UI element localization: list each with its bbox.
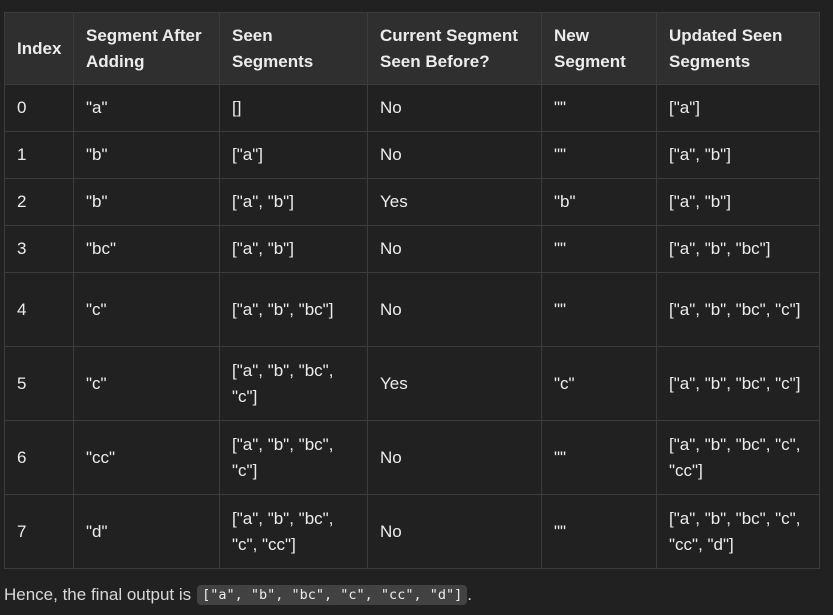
results-table: Index Segment After Adding Seen Segments… [4, 12, 820, 569]
cell-updated-seen-segments: ["a", "b", "bc", "c"] [656, 346, 820, 421]
cell-index: 6 [4, 420, 74, 495]
conclusion-period: . [467, 585, 472, 604]
results-table-container: Index Segment After Adding Seen Segments… [4, 12, 820, 569]
cell-new-segment: "" [541, 494, 657, 569]
cell-new-segment: "" [541, 420, 657, 495]
cell-segment-after-adding: "b" [73, 131, 220, 179]
cell-new-segment: "" [541, 131, 657, 179]
header-new-segment: New Segment [541, 12, 657, 85]
table-row: 1 "b" ["a"] No "" ["a", "b"] [4, 131, 820, 179]
cell-segment-after-adding: "c" [73, 272, 220, 347]
cell-updated-seen-segments: ["a"] [656, 84, 820, 132]
cell-seen-segments: [] [219, 84, 368, 132]
table-row: 7 "d" ["a", "b", "bc", "c", "cc"] No "" … [4, 494, 820, 569]
cell-seen-segments: ["a", "b", "bc"] [219, 272, 368, 347]
cell-new-segment: "" [541, 272, 657, 347]
cell-segment-after-adding: "a" [73, 84, 220, 132]
cell-updated-seen-segments: ["a", "b", "bc", "c", "cc"] [656, 420, 820, 495]
table-row: 4 "c" ["a", "b", "bc"] No "" ["a", "b", … [4, 272, 820, 347]
cell-updated-seen-segments: ["a", "b"] [656, 178, 820, 226]
conclusion-line: Hence, the final output is ["a", "b", "b… [4, 585, 472, 605]
cell-seen-segments: ["a", "b", "bc", "c"] [219, 346, 368, 421]
cell-updated-seen-segments: ["a", "b", "bc", "c", "cc", "d"] [656, 494, 820, 569]
header-seen-segments: Seen Segments [219, 12, 368, 85]
cell-segment-after-adding: "d" [73, 494, 220, 569]
cell-seen-segments: ["a", "b", "bc", "c", "cc"] [219, 494, 368, 569]
cell-seen-before: Yes [367, 346, 542, 421]
cell-index: 0 [4, 84, 74, 132]
cell-new-segment: "" [541, 225, 657, 273]
cell-seen-before: No [367, 494, 542, 569]
header-index: Index [4, 12, 74, 85]
table-row: 5 "c" ["a", "b", "bc", "c"] Yes "c" ["a"… [4, 346, 820, 421]
cell-seen-segments: ["a"] [219, 131, 368, 179]
table-row: 0 "a" [] No "" ["a"] [4, 84, 820, 132]
cell-seen-segments: ["a", "b"] [219, 225, 368, 273]
cell-index: 1 [4, 131, 74, 179]
cell-segment-after-adding: "cc" [73, 420, 220, 495]
cell-seen-before: Yes [367, 178, 542, 226]
cell-index: 2 [4, 178, 74, 226]
cell-seen-before: No [367, 225, 542, 273]
cell-index: 5 [4, 346, 74, 421]
table-row: 6 "cc" ["a", "b", "bc", "c"] No "" ["a",… [4, 420, 820, 495]
cell-seen-before: No [367, 131, 542, 179]
table-header-row: Index Segment After Adding Seen Segments… [4, 12, 820, 85]
cell-index: 3 [4, 225, 74, 273]
cell-segment-after-adding: "bc" [73, 225, 220, 273]
cell-new-segment: "c" [541, 346, 657, 421]
cell-updated-seen-segments: ["a", "b", "bc", "c"] [656, 272, 820, 347]
header-current-segment-seen-before: Current Segment Seen Before? [367, 12, 542, 85]
cell-seen-segments: ["a", "b"] [219, 178, 368, 226]
cell-segment-after-adding: "b" [73, 178, 220, 226]
cell-index: 4 [4, 272, 74, 347]
cell-seen-before: No [367, 84, 542, 132]
cell-updated-seen-segments: ["a", "b"] [656, 131, 820, 179]
final-output-code: ["a", "b", "bc", "c", "cc", "d"] [197, 585, 468, 605]
cell-new-segment: "b" [541, 178, 657, 226]
table-row: 2 "b" ["a", "b"] Yes "b" ["a", "b"] [4, 178, 820, 226]
cell-seen-segments: ["a", "b", "bc", "c"] [219, 420, 368, 495]
cell-segment-after-adding: "c" [73, 346, 220, 421]
cell-seen-before: No [367, 420, 542, 495]
header-segment-after-adding: Segment After Adding [73, 12, 220, 85]
cell-updated-seen-segments: ["a", "b", "bc"] [656, 225, 820, 273]
conclusion-text: Hence, the final output is [4, 585, 192, 604]
cell-index: 7 [4, 494, 74, 569]
cell-new-segment: "" [541, 84, 657, 132]
header-updated-seen-segments: Updated Seen Segments [656, 12, 820, 85]
cell-seen-before: No [367, 272, 542, 347]
table-row: 3 "bc" ["a", "b"] No "" ["a", "b", "bc"] [4, 225, 820, 273]
